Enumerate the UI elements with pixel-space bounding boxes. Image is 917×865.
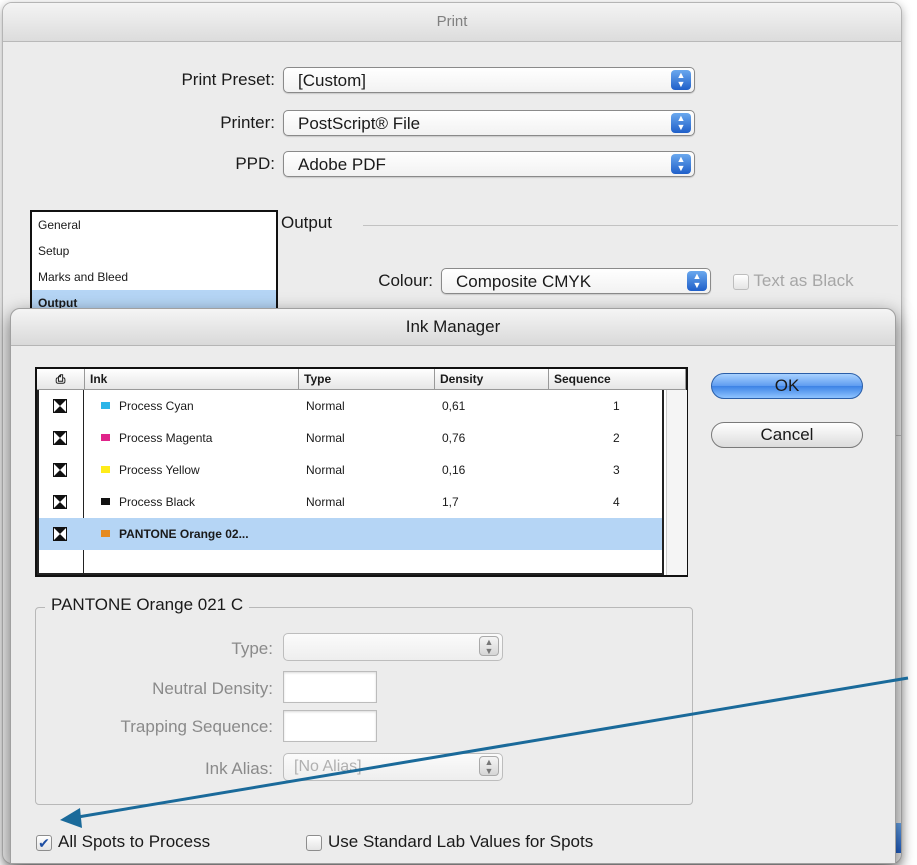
callout-arrow-line [71, 676, 909, 820]
callout-arrow [60, 676, 909, 828]
arrowhead-icon [60, 808, 82, 828]
